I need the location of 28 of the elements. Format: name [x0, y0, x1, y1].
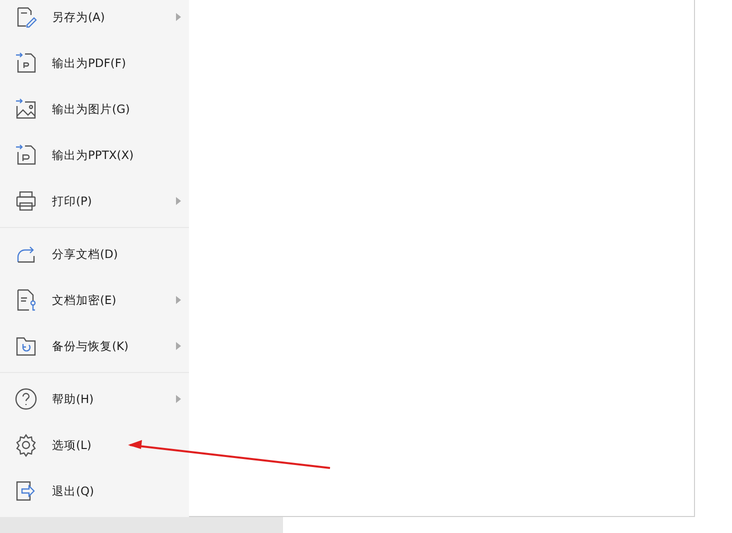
menu-item[interactable]: 另存为(A): [0, 0, 189, 40]
menu-item[interactable]: 输出为图片(G): [0, 86, 189, 132]
menu-item-label: 备份与恢复(K): [52, 338, 130, 354]
menu-item-label: 打印(P): [52, 194, 93, 208]
menu-item-label: 帮助(H): [52, 392, 95, 406]
menu-item-label: 另存为(A): [52, 10, 106, 24]
menu-item-label: 分享文档(D): [52, 246, 119, 262]
image-export-icon: [14, 97, 38, 121]
menu-item-label: 文档加密(E): [52, 292, 118, 308]
menu-item-label: 输出为PDF(F): [52, 56, 127, 70]
menu-item[interactable]: 选项(L): [0, 422, 189, 468]
pdf-export-icon: [14, 51, 38, 75]
pptx-export-icon: [14, 143, 38, 167]
menu-item[interactable]: 退出(Q): [0, 468, 189, 514]
menu-item[interactable]: 文档加密(E): [0, 277, 189, 323]
menu-item-label: 输出为图片(G): [52, 102, 131, 116]
menu-item[interactable]: 输出为PDF(F): [0, 40, 189, 86]
menu-item[interactable]: 打印(P): [0, 178, 189, 224]
menu-item[interactable]: 帮助(H): [0, 376, 189, 422]
help-icon: [14, 387, 38, 411]
printer-icon: [14, 189, 38, 213]
menu-item-label: 选项(L): [52, 438, 92, 452]
menu-item[interactable]: 分享文档(D): [0, 231, 189, 277]
menu-item-label: 退出(Q): [52, 484, 96, 498]
menu-item-label: 输出为PPTX(X): [52, 148, 135, 162]
menu-item[interactable]: 备份与恢复(K): [0, 323, 189, 369]
settings-icon: [14, 433, 38, 457]
menu-item[interactable]: 输出为PPTX(X): [0, 132, 189, 178]
